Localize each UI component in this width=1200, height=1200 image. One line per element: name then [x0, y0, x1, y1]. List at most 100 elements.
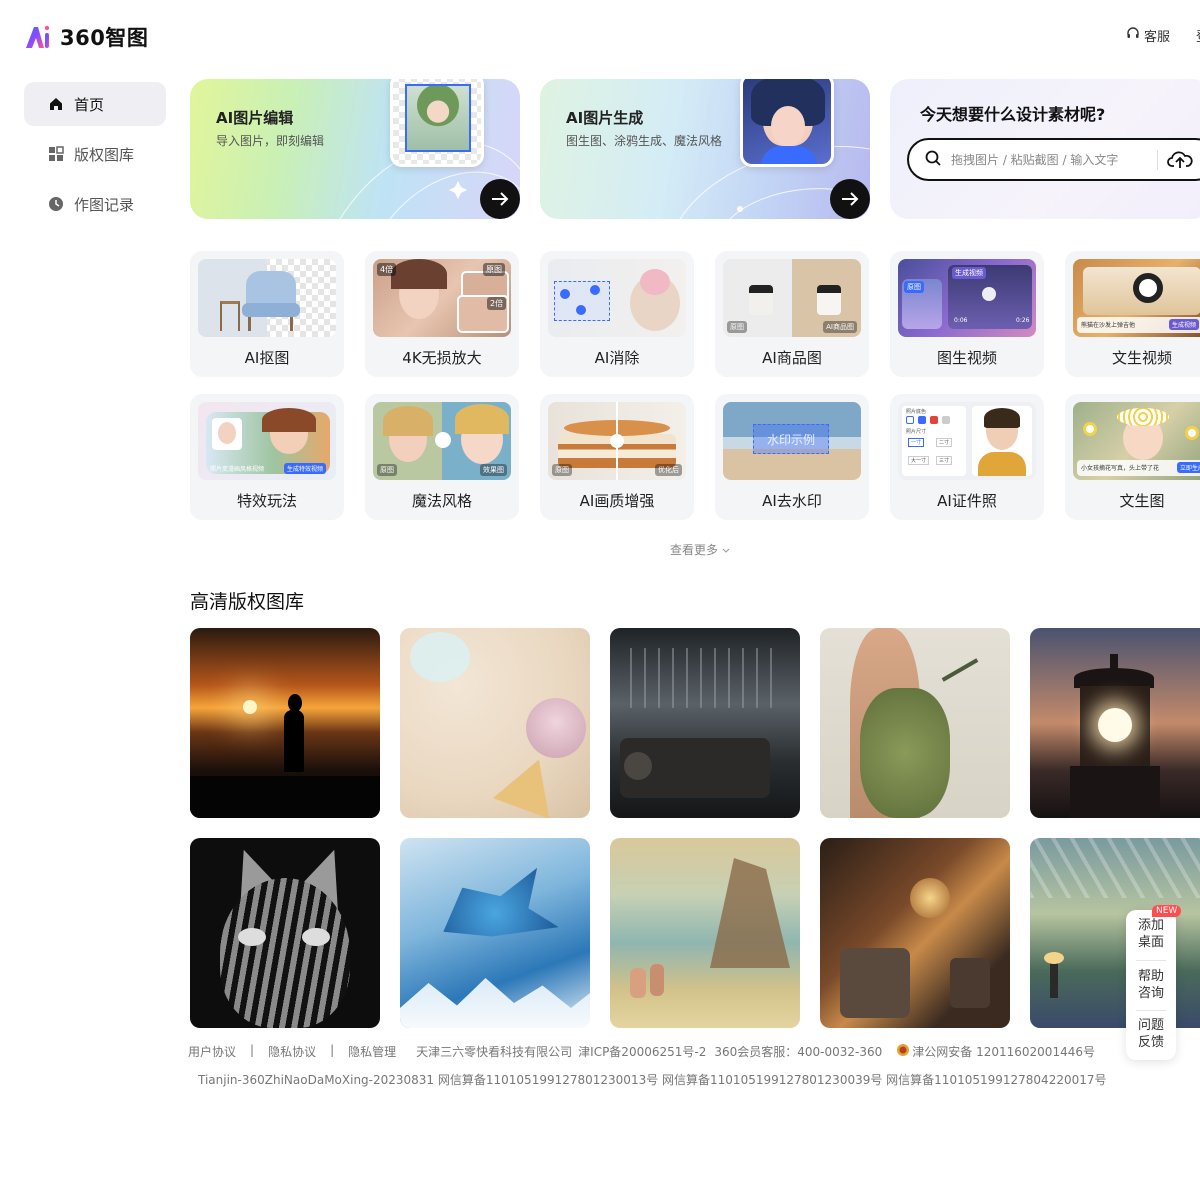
floating-toolbar: NEW 添加 桌面 帮助 咨询 问题 反馈: [1126, 905, 1182, 1060]
user-agreement-link[interactable]: 用户协议: [188, 1043, 236, 1060]
tool-thumbnail: 小女孩摘花写真，头上带了花 立即生成: [1073, 402, 1200, 480]
gallery-title: 高清版权图库: [190, 591, 305, 613]
feedback-button[interactable]: 问题 反馈: [1126, 1017, 1176, 1051]
hero-subtitle: 图生图、涂鸦生成、魔法风格: [566, 134, 723, 148]
help-consult-button[interactable]: 帮助 咨询: [1126, 968, 1176, 1002]
badge: AI商品图: [823, 321, 857, 333]
upload-cloud-icon[interactable]: [1167, 148, 1193, 174]
gallery-photo-robot-battle[interactable]: [820, 838, 1010, 1028]
gallery-photo-sunset[interactable]: [190, 628, 380, 818]
tool-ai-cutout[interactable]: AI抠图: [190, 251, 344, 377]
tool-label: AI抠图: [244, 349, 290, 367]
tool-thumbnail: [198, 259, 336, 337]
tool-thumbnail: 原图 效果图: [373, 402, 511, 480]
show-more-link[interactable]: 查看更多: [670, 541, 730, 558]
arrow-right-icon: [435, 432, 451, 448]
sidebar-item-history[interactable]: 作图记录: [24, 182, 166, 226]
privacy-agreement-link[interactable]: 隐私协议: [268, 1043, 316, 1060]
tool-4k-upscale[interactable]: 4倍 原图 2倍 4K无损放大: [365, 251, 519, 377]
tool-effects[interactable]: 照片变漫画风格视频 生成特效视频 特效玩法: [190, 394, 344, 520]
tool-ai-product[interactable]: 原图 AI商品图 AI商品图: [715, 251, 869, 377]
icp-link[interactable]: 津ICP备20006251号-2: [578, 1043, 706, 1060]
hero-edit-thumbnail: [390, 79, 484, 167]
tool-thumbnail: 照片底色 照片尺寸 一寸 二寸 大一寸 三寸: [898, 402, 1036, 480]
tool-image-to-video[interactable]: 原图 生成视频 0:06 0:26 图生视频: [890, 251, 1044, 377]
tool-thumbnail: 原图 AI商品图: [723, 259, 861, 337]
badge: 原图: [552, 464, 572, 476]
search-title: 今天想要什么设计素材呢?: [920, 105, 1106, 124]
sidebar-item-label: 首页: [74, 95, 105, 114]
gallery-photo-cat[interactable]: [190, 838, 380, 1028]
label: 照片尺寸: [906, 429, 927, 435]
badge: 原图: [727, 321, 747, 333]
badge: 效果图: [480, 464, 507, 476]
tool-label: AI商品图: [762, 349, 822, 367]
tool-ai-id-photo[interactable]: 照片底色 照片尺寸 一寸 二寸 大一寸 三寸 AI证件照: [890, 394, 1044, 520]
sidebar-item-label: 作图记录: [74, 195, 135, 214]
size-option: 大一寸: [908, 456, 930, 465]
gallery-photo-shells[interactable]: [400, 628, 590, 818]
play-icon: [982, 287, 996, 301]
badge: 原图: [483, 263, 505, 276]
login-link[interactable]: 登: [1196, 26, 1200, 45]
gallery-photo-nature-woman[interactable]: [820, 628, 1010, 818]
gallery-photo-ice-dragon[interactable]: [400, 838, 590, 1028]
tool-label: AI去水印: [762, 492, 822, 510]
clock-icon: [48, 196, 64, 212]
tool-ai-erase[interactable]: AI消除: [540, 251, 694, 377]
home-icon: [48, 96, 64, 112]
show-more-label: 查看更多: [670, 543, 719, 557]
add-to-desktop-button[interactable]: 添加 桌面: [1126, 917, 1176, 951]
police-record-link[interactable]: 津公网安备 12011602001446号: [896, 1043, 1095, 1060]
gallery-photo-train[interactable]: [610, 628, 800, 818]
grid-icon: [48, 146, 64, 162]
sidebar-item-gallery[interactable]: 版权图库: [24, 132, 166, 176]
headset-icon[interactable]: [1126, 26, 1140, 45]
tool-text-to-image[interactable]: 小女孩摘花写真，头上带了花 立即生成 文生图: [1065, 394, 1200, 520]
size-option: 三寸: [936, 456, 953, 465]
privacy-management-link[interactable]: 隐私管理: [348, 1043, 396, 1060]
police-record-text: 津公网安备 12011602001446号: [912, 1045, 1095, 1059]
badge: 生成视频: [952, 267, 986, 279]
gallery-photo-lighthouse[interactable]: [1030, 628, 1200, 818]
tool-thumbnail: [548, 259, 686, 337]
tool-magic-style[interactable]: 原图 效果图 魔法风格: [365, 394, 519, 520]
prompt-text: 小女孩摘花写真，头上带了花: [1081, 465, 1160, 472]
tool-label: AI画质增强: [579, 492, 655, 510]
watermark-sample: 水印示例: [766, 432, 815, 447]
hero-ai-edit[interactable]: AI图片编辑 导入图片，即刻编辑: [190, 79, 520, 219]
badge: 2倍: [487, 297, 507, 310]
badge: 生成视频: [1169, 319, 1200, 330]
police-badge-icon: [896, 1043, 910, 1060]
time-end: 0:26: [1016, 317, 1030, 324]
service-link[interactable]: 客服: [1144, 26, 1170, 45]
time-start: 0:06: [954, 317, 968, 324]
gallery-photo-impressionist-coast[interactable]: [610, 838, 800, 1028]
arrow-right-icon[interactable]: [480, 179, 520, 219]
badge: 立即生成: [1177, 462, 1200, 473]
brand-mark-icon: [24, 24, 52, 50]
size-option: 二寸: [936, 438, 953, 447]
tool-label: 图生视频: [936, 349, 997, 367]
tool-label: 文生视频: [1111, 349, 1172, 367]
tool-ai-enhance[interactable]: 原图 优化后 AI画质增强: [540, 394, 694, 520]
tool-text-to-video[interactable]: 熊猫在沙发上弹吉他 生成视频 文生视频: [1065, 251, 1200, 377]
brand-logo[interactable]: 360智图: [24, 22, 148, 52]
hero-title: AI图片编辑: [216, 109, 294, 127]
header-actions: 客服 登: [1126, 26, 1200, 45]
prompt-text: 熊猫在沙发上弹吉他: [1081, 322, 1136, 329]
divider: |: [330, 1043, 335, 1057]
hero-ai-generate[interactable]: AI图片生成 图生图、涂鸦生成、魔法风格: [540, 79, 870, 219]
footer-algorithm-records: Tianjin-360ZhiNaoDaMoXing-20230831 网信算备1…: [198, 1073, 1107, 1087]
arrow-right-icon[interactable]: [830, 179, 870, 219]
hero-generate-thumbnail: [740, 79, 834, 167]
badge: 优化后: [655, 464, 682, 476]
divider: [1136, 960, 1166, 961]
tool-ai-remove-watermark[interactable]: 水印示例 AI去水印: [715, 394, 869, 520]
divider: |: [250, 1043, 255, 1057]
search-placeholder: 拖拽图片 / 粘贴截图 / 输入文字: [951, 153, 1119, 167]
member-service: 360会员客服：400-0032-360: [714, 1045, 883, 1059]
search-input[interactable]: 拖拽图片 / 粘贴截图 / 输入文字: [907, 138, 1200, 181]
sidebar-item-home[interactable]: 首页: [24, 82, 166, 126]
tool-thumbnail: 照片变漫画风格视频 生成特效视频: [198, 402, 336, 480]
